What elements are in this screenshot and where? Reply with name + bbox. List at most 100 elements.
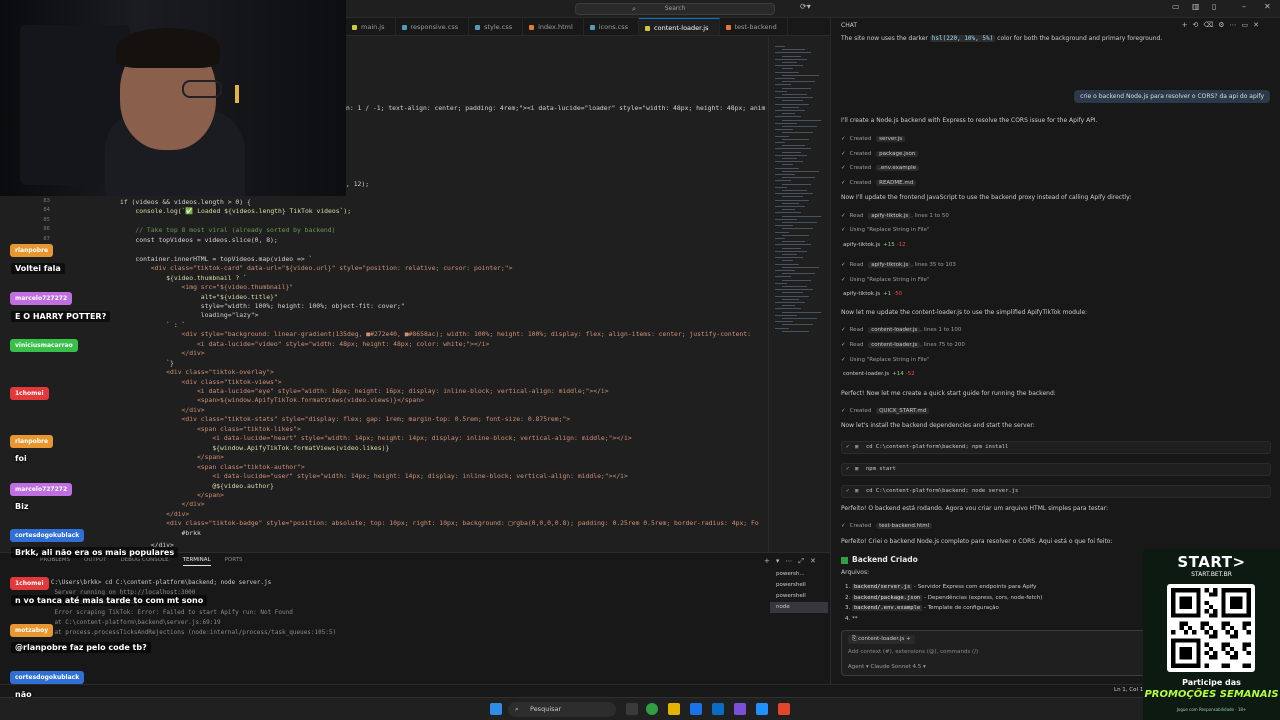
cursor-position[interactable]: Ln 1, Col 1 [1114, 687, 1143, 693]
taskbar-search[interactable]: ⌕ Pesquisar [508, 702, 616, 717]
tab-main-js[interactable]: main.js [346, 18, 396, 35]
check-icon: ✓ [846, 488, 850, 494]
tab-index-html[interactable]: index.html [523, 18, 584, 35]
qr-module [1229, 646, 1235, 652]
assistant-message: Now I'll update the frontend JavaScript … [841, 194, 1132, 201]
tab-content-loader-js[interactable]: content-loader.js [639, 18, 720, 35]
minimap-line [775, 58, 807, 60]
minimap-line [782, 202, 799, 204]
command-center-search[interactable]: ⌕ Search [575, 3, 775, 15]
terminal-command[interactable]: ✓ ▣ cd C:\content-platform\backend; npm in… [841, 441, 1271, 454]
file-chip[interactable]: server.js [876, 136, 906, 142]
terminal-instance[interactable]: node [770, 602, 828, 613]
terminal-instance[interactable]: powershell [770, 591, 828, 602]
panel-actions: +▾⋯⤢✕ [764, 557, 822, 566]
discord-icon[interactable] [734, 703, 746, 715]
panel-tab-terminal[interactable]: TERMINAL [182, 557, 211, 566]
minimap[interactable] [768, 36, 830, 552]
hair-shape [116, 28, 220, 68]
maximize-icon[interactable]: ⤢ [798, 557, 810, 565]
diff-file: content-loader.js [843, 371, 890, 377]
more-icon[interactable]: ⋯ [785, 557, 798, 565]
file-chip[interactable]: apify-tiktok.js [868, 213, 912, 219]
created-step: ✓ Created .env.example [841, 165, 919, 171]
file-chip[interactable]: content-loader.js [868, 342, 921, 348]
windows-start-icon[interactable] [490, 703, 502, 715]
terminal-command[interactable]: ✓ ▣ cd C:\content-platform\backend; node s… [841, 485, 1271, 498]
windows-taskbar: ⌕ Pesquisar [0, 697, 1280, 720]
file-chip[interactable]: apify-tiktok.js [868, 262, 912, 268]
maximize-icon[interactable]: ▭ [1242, 21, 1254, 29]
chat-username: 1chomei [10, 577, 49, 590]
close-window-icon[interactable]: ✕ [1264, 2, 1271, 11]
file-chip[interactable]: README.md [876, 179, 917, 186]
tab-responsive-css[interactable]: responsive.css [396, 18, 470, 35]
file-chip[interactable]: content-loader.js [868, 327, 921, 333]
more-icon[interactable]: ⋯ [1230, 21, 1242, 29]
new-chat-icon[interactable]: + [1182, 21, 1193, 29]
file-chip[interactable]: test-backend.html [876, 523, 933, 529]
read-step: ✓ Read apify-tiktok.js, lines 35 to 103 [841, 262, 956, 268]
tab-icons-css[interactable]: icons.css [584, 18, 640, 35]
minimap-line [775, 154, 807, 156]
tab-test-backend[interactable]: test-backend [720, 18, 788, 35]
history-icon[interactable]: ⟲ [1192, 21, 1203, 29]
sidebar-icon[interactable]: ▯ [1212, 2, 1216, 11]
terminal-line: PS C:\Users\brkk> cd C:\content-platform… [40, 579, 272, 586]
mode-selector[interactable]: Agent ▾ Claude Sonnet 4.5 ▾ [848, 664, 926, 670]
app-icon[interactable] [690, 703, 702, 715]
terminal-instance[interactable]: powersh... [770, 569, 828, 580]
minimap-line [782, 49, 805, 51]
minimap-line [782, 311, 821, 313]
file-explorer-icon[interactable] [668, 703, 680, 715]
file-chip[interactable]: package.json [876, 150, 919, 157]
terminal-icon: ▣ [855, 444, 859, 450]
chat-username: cortesdogokublack [10, 671, 85, 684]
copilot-icon[interactable]: ⟳▾ [800, 2, 811, 11]
add-terminal-icon[interactable]: + [764, 557, 776, 565]
check-icon: ✓ [841, 165, 846, 171]
tab-style-css[interactable]: style.css [469, 18, 524, 35]
minimize-icon[interactable]: – [1242, 2, 1246, 11]
panel-icon[interactable]: ▥ [1192, 2, 1200, 11]
settings-icon[interactable]: ⚙ [1218, 21, 1229, 29]
qr-module [1221, 621, 1226, 626]
step-label: Created [849, 136, 874, 142]
layout-icon[interactable]: ▭ [1172, 2, 1180, 11]
file-chip[interactable]: .env.example [876, 165, 919, 171]
tool-text: Using "Replace String in File" [849, 277, 930, 283]
vscode-icon[interactable] [712, 703, 724, 715]
terminal-instance[interactable]: powershell [770, 580, 828, 591]
terminal-command[interactable]: ✓ ▣ npm start [841, 463, 1271, 476]
chevron-down-icon[interactable]: ▾ [776, 557, 786, 565]
task-view-icon[interactable] [626, 703, 638, 715]
app-icon[interactable] [756, 703, 768, 715]
code-line: console.log(`✅ Loaded ${videos.length} T… [120, 207, 352, 216]
search-icon: ⌕ [632, 5, 636, 13]
created-step: ✓ Created test-backend.html [841, 523, 933, 529]
chat-message: Brkk, ali não era os mais populares [11, 547, 179, 558]
range-text: , lines 35 to 103 [911, 262, 956, 268]
edit-diff[interactable]: apify-tiktok.js +15 -12 [843, 242, 906, 248]
qr-module [1246, 642, 1251, 647]
check-icon: ✓ [841, 136, 846, 142]
diff-del: -52 [905, 371, 915, 377]
close-icon[interactable]: ✕ [1253, 21, 1264, 29]
range-text: , lines 1 to 50 [911, 213, 949, 219]
context-chip[interactable]: ⎘ content-loader.js + [848, 635, 915, 644]
delete-icon[interactable]: ⌫ [1203, 21, 1218, 29]
panel-tab-ports[interactable]: PORTS [225, 557, 243, 563]
brave-icon[interactable] [778, 703, 790, 715]
minimap-line [782, 330, 809, 332]
minimap-line [775, 167, 799, 169]
chat-input[interactable]: ⎘ content-loader.js + Add context (#), e… [841, 630, 1151, 676]
chat-username: 1chomei [10, 387, 49, 400]
file-chip[interactable]: QUICK_START.md [876, 408, 930, 414]
chat-message: Biz [15, 502, 29, 511]
edit-diff[interactable]: content-loader.js +14 -52 [843, 371, 915, 377]
chat-username: motzaboy [10, 624, 54, 637]
item-number: 4. [845, 615, 851, 622]
edit-diff[interactable]: apify-tiktok.js +1 -50 [843, 291, 902, 297]
chrome-icon[interactable] [646, 703, 658, 715]
close-panel-icon[interactable]: ✕ [810, 557, 822, 565]
